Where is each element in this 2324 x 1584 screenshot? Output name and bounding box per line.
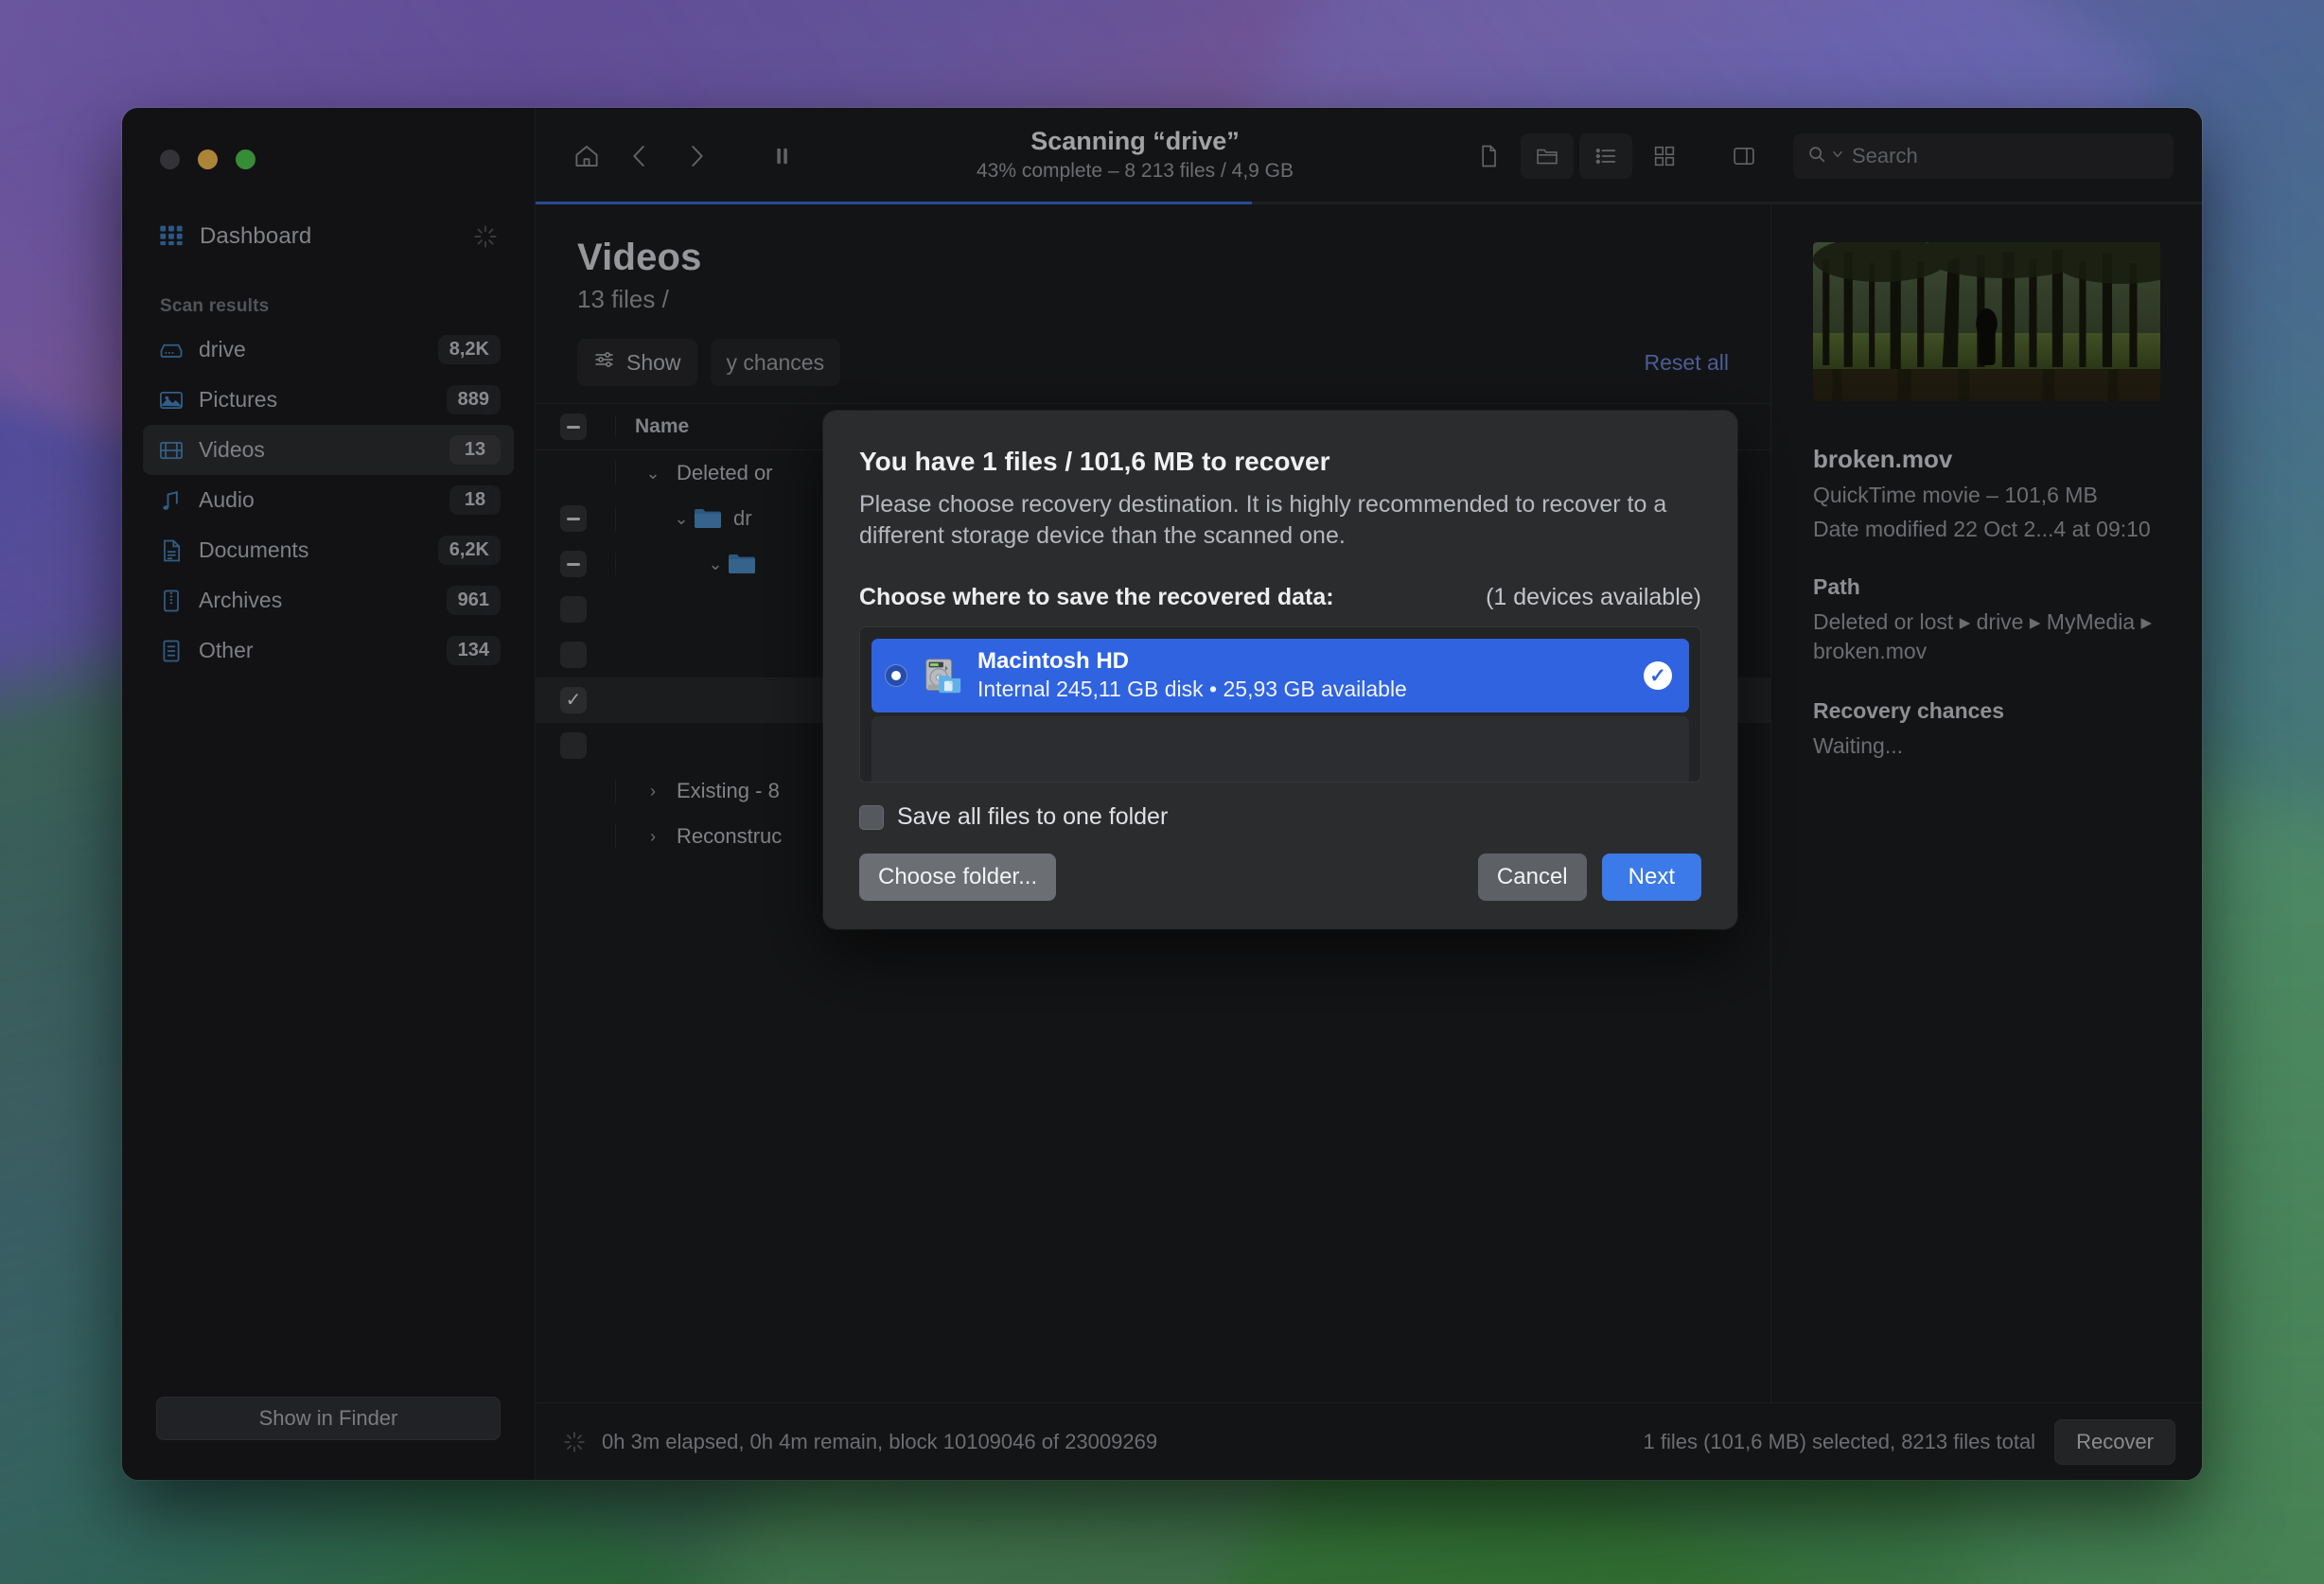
dialog-buttons: Choose folder... Cancel Next [859, 854, 1701, 901]
save-all-to-one-folder-label: Save all files to one folder [897, 803, 1169, 830]
choose-folder-button[interactable]: Choose folder... [859, 854, 1057, 901]
device-text: Macintosh HD Internal 245,11 GB disk • 2… [977, 648, 1630, 702]
device-row-macintosh-hd[interactable]: Macintosh HD Internal 245,11 GB disk • 2… [872, 639, 1689, 713]
choose-destination-label: Choose where to save the recovered data: [859, 584, 1334, 610]
device-details: Internal 245,11 GB disk • 25,93 GB avail… [977, 676, 1407, 701]
devices-available-count: (1 devices available) [1486, 584, 1701, 610]
dialog-title: You have 1 files / 101,6 MB to recover [859, 447, 1330, 476]
hard-disk-icon [921, 654, 964, 697]
device-list[interactable]: Macintosh HD Internal 245,11 GB disk • 2… [859, 626, 1701, 783]
dialog-description: Please choose recovery destination. It i… [859, 491, 1667, 549]
save-all-to-one-folder-checkbox[interactable]: Save all files to one folder [859, 803, 1701, 831]
next-button[interactable]: Next [1601, 854, 1701, 901]
recovery-destination-dialog: You have 1 files / 101,6 MB to recover P… [823, 411, 1737, 929]
device-placeholder-row [872, 716, 1689, 782]
dialog-choose-row: Choose where to save the recovered data:… [859, 584, 1701, 611]
device-radio[interactable] [885, 664, 907, 687]
device-selected-check-icon: ✓ [1644, 661, 1672, 690]
cancel-button[interactable]: Cancel [1477, 854, 1587, 901]
device-name: Macintosh HD [977, 648, 1130, 675]
checkbox-square[interactable] [859, 804, 884, 830]
app-window: Dashboard Scan results drive 8,2K Pictur… [122, 108, 2202, 1480]
